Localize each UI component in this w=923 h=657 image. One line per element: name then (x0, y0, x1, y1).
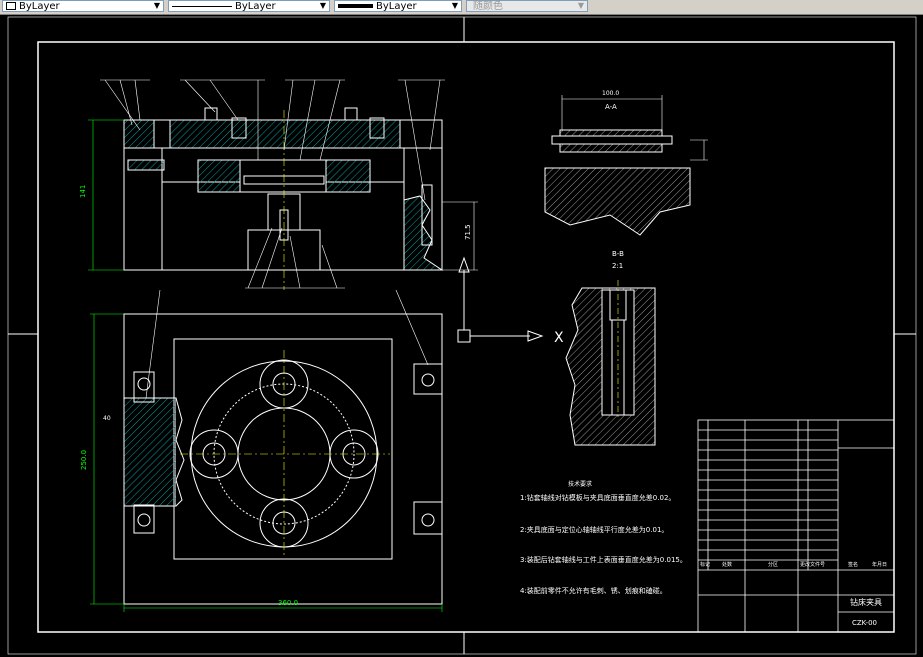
section-b-view (565, 280, 656, 446)
chevron-down-icon[interactable]: ▼ (151, 1, 163, 11)
section-b-title: B-B (612, 250, 624, 258)
lineweight-dropdown-value: ByLayer (376, 1, 417, 12)
drawing-title: 钻床夹具 (850, 597, 882, 607)
top-height-dim: 250.0 (80, 450, 88, 470)
drawing-canvas[interactable]: 141 71.5 250.0 360.0 40 X 100.0 A-A B-B … (0, 15, 923, 657)
plotstyle-dropdown[interactable]: 随颜色 ▼ (466, 0, 588, 12)
chevron-down-icon[interactable]: ▼ (575, 1, 587, 11)
section-b-scale: 2:1 (612, 262, 623, 270)
top-view (90, 289, 443, 612)
properties-toolbar: ByLayer ▼ ByLayer ▼ ByLayer ▼ 随颜色 ▼ (0, 0, 923, 15)
header-mark: 标记 (700, 561, 710, 568)
ucs-icon (457, 256, 544, 343)
drawing-code: CZK-00 (852, 619, 877, 627)
header-zone: 分区 (768, 561, 778, 568)
drawing-frame (7, 16, 917, 655)
chevron-down-icon[interactable]: ▼ (449, 1, 461, 11)
ucs-x-label: X (554, 330, 564, 346)
front-view (88, 107, 478, 290)
tech-note-3: 3:装配后钻套轴线与工件上表面垂直度允差为0.015。 (520, 555, 687, 564)
tech-note-2: 2:夹具底面与定位心轴轴线平行度允差为0.01。 (520, 525, 668, 534)
color-dropdown[interactable]: ByLayer ▼ (2, 0, 164, 12)
lineweight-dropdown[interactable]: ByLayer ▼ (334, 0, 462, 12)
slot-width-dim: 40 (103, 415, 111, 422)
title-block-headers: 标记 处数 分区 更改文件号 签名 年月日 (700, 561, 887, 568)
color-swatch-icon (6, 2, 16, 10)
color-dropdown-value: ByLayer (19, 1, 60, 12)
chevron-down-icon[interactable]: ▼ (317, 1, 329, 11)
section-a-dim: 100.0 (602, 90, 619, 97)
tech-note-1: 1:钻套轴线对钻模板与夹具底面垂直度允差0.02。 (520, 493, 675, 502)
linetype-dropdown[interactable]: ByLayer ▼ (168, 0, 330, 12)
lineweight-sample-icon (338, 4, 373, 8)
front-height-dim: 141 (79, 185, 87, 198)
section-a-view (544, 95, 708, 236)
tech-notes-title: 技术要求 (568, 480, 592, 488)
header-change: 更改文件号 (800, 561, 825, 568)
linetype-sample-icon (172, 5, 232, 7)
tech-note-4: 4:装配前零件不允许有毛刺、锈、划痕和磕碰。 (520, 586, 667, 595)
front-right-dim: 71.5 (464, 224, 472, 240)
header-sign: 签名 (848, 561, 858, 568)
header-count: 处数 (722, 561, 732, 568)
plotstyle-dropdown-value: 随颜色 (473, 1, 503, 12)
top-width-dim: 360.0 (278, 599, 298, 607)
linetype-dropdown-value: ByLayer (235, 1, 276, 12)
header-date: 年月日 (872, 561, 887, 568)
section-a-title: A-A (605, 103, 617, 111)
